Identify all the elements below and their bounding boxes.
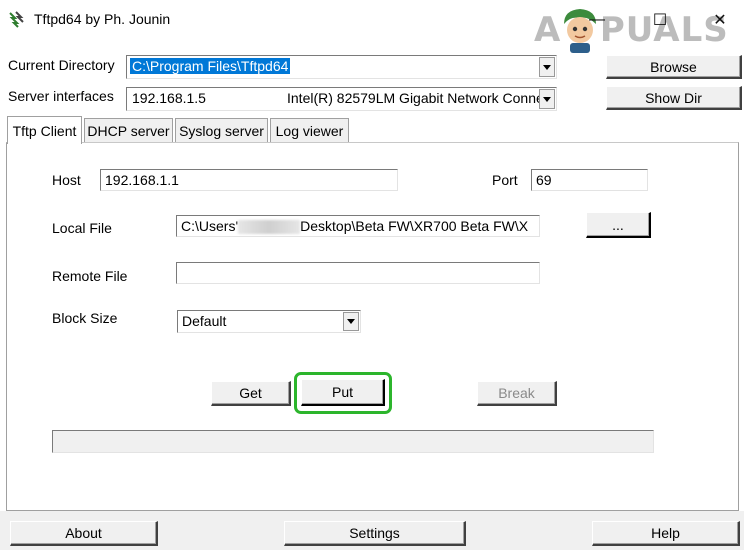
- server-interfaces-label: Server interfaces: [8, 88, 114, 104]
- server-interfaces-combo[interactable]: 192.168.1.5 Intel(R) 82579LM Gigabit Net…: [126, 87, 557, 111]
- tab-dhcp-server[interactable]: DHCP server: [84, 118, 173, 142]
- current-directory-value: C:\Program Files\Tftpd64: [130, 58, 291, 74]
- close-icon[interactable]: ✕: [705, 6, 735, 34]
- transfer-progress-bar: [52, 430, 654, 453]
- tftp-client-panel: [6, 142, 739, 511]
- current-directory-label: Current Directory: [8, 57, 115, 73]
- show-dir-button[interactable]: Show Dir: [606, 86, 742, 110]
- redacted-username: [238, 220, 301, 235]
- app-icon: [9, 11, 24, 28]
- remote-file-label: Remote File: [52, 268, 128, 284]
- port-label: Port: [492, 172, 518, 188]
- window-title: Tftpd64 by Ph. Jounin: [34, 11, 171, 27]
- tab-syslog-server[interactable]: Syslog server: [175, 118, 268, 142]
- host-label: Host: [52, 172, 81, 188]
- remote-file-input[interactable]: [176, 262, 540, 284]
- about-button[interactable]: About: [10, 521, 158, 546]
- tab-tftp-client[interactable]: Tftp Client: [7, 116, 82, 144]
- break-button[interactable]: Break: [477, 381, 557, 406]
- chevron-down-icon[interactable]: [343, 312, 359, 331]
- get-button[interactable]: Get: [211, 381, 291, 406]
- settings-button[interactable]: Settings: [284, 521, 466, 546]
- current-directory-combo[interactable]: C:\Program Files\Tftpd64: [126, 55, 557, 79]
- host-input[interactable]: 192.168.1.1: [100, 169, 398, 191]
- put-button[interactable]: Put: [301, 379, 385, 406]
- browse-button[interactable]: Browse: [606, 55, 742, 79]
- local-file-suffix: Desktop\Beta FW\XR700 Beta FW\X: [300, 218, 529, 234]
- block-size-select[interactable]: Default: [177, 310, 361, 333]
- local-file-input[interactable]: C:\Users' Desktop\Beta FW\XR700 Beta FW\X: [176, 215, 540, 237]
- block-size-value: Default: [182, 313, 227, 329]
- minimize-icon[interactable]: —: [582, 6, 612, 34]
- chevron-down-icon[interactable]: [539, 57, 555, 77]
- tab-log-viewer[interactable]: Log viewer: [270, 118, 349, 142]
- local-file-prefix: C:\Users': [181, 218, 239, 234]
- block-size-label: Block Size: [52, 310, 118, 326]
- port-input[interactable]: 69: [531, 169, 648, 191]
- local-file-label: Local File: [52, 220, 112, 236]
- help-button[interactable]: Help: [592, 521, 740, 546]
- maximize-icon[interactable]: ☐: [645, 6, 675, 34]
- server-ip-value: 192.168.1.5: [132, 90, 206, 106]
- chevron-down-icon[interactable]: [539, 89, 555, 109]
- browse-file-button[interactable]: ...: [586, 212, 651, 238]
- server-adapter-value: Intel(R) 82579LM Gigabit Network Conne: [287, 90, 544, 106]
